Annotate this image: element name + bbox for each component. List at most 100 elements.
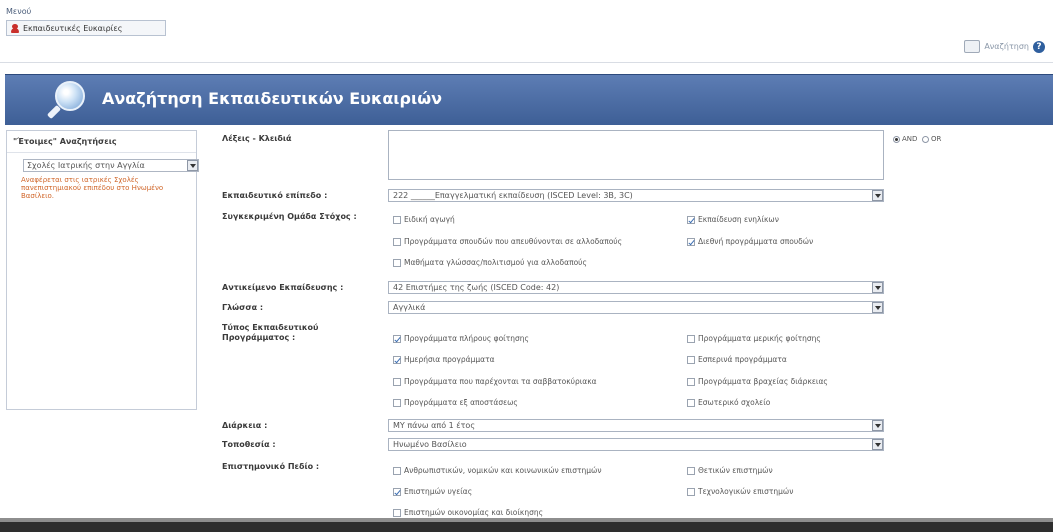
subject-label: Αντικείμενο Εκπαίδευσης : xyxy=(222,283,344,292)
menu-label: Μενού xyxy=(6,7,32,16)
subject-value: 42 Επιστήμες της ζωής (ISCED Code: 42) xyxy=(393,283,560,292)
duration-select[interactable]: ΜΥ πάνω από 1 έτος xyxy=(388,419,884,432)
keywords-label: Λέξεις - Κλειδιά xyxy=(222,134,292,143)
programme-option[interactable]: Προγράμματα εξ αποστάσεως xyxy=(393,398,518,407)
top-bar: Μενού Εκπαιδευτικές Ευκαιρίες Αναζήτηση … xyxy=(0,0,1053,63)
checkbox[interactable] xyxy=(687,215,695,224)
chevron-down-icon[interactable] xyxy=(872,302,883,313)
field-option-label: Τεχνολογικών επιστημών xyxy=(698,487,794,496)
language-label: Γλώσσα : xyxy=(222,303,264,312)
checkbox[interactable] xyxy=(687,466,695,475)
target-option-label: Εκπαίδευση ενηλίκων xyxy=(698,215,779,224)
location-select[interactable]: Ηνωμένο Βασίλειο xyxy=(388,438,884,451)
programme-option[interactable]: Προγράμματα που παρέχονται τα σαββατοκύρ… xyxy=(393,377,597,386)
programme-option[interactable]: Προγράμματα πλήρους φοίτησης xyxy=(393,334,529,343)
bottom-border xyxy=(0,522,1053,532)
target-option-label: Μαθήματα γλώσσας/πολιτισμού για αλλοδαπο… xyxy=(404,258,587,267)
duration-value: ΜΥ πάνω από 1 έτος xyxy=(393,421,476,430)
target-option[interactable]: Μαθήματα γλώσσας/πολιτισμού για αλλοδαπο… xyxy=(393,258,587,267)
search-icon xyxy=(964,40,981,53)
target-option[interactable]: Προγράμματα σπουδών που απευθύνονται σε … xyxy=(393,237,622,246)
programme-type-label: Τύπος Εκπαιδευτικού Προγράμματος : xyxy=(222,323,319,342)
checkbox[interactable] xyxy=(687,377,695,386)
checkbox[interactable] xyxy=(393,508,401,517)
chevron-down-icon[interactable] xyxy=(187,160,198,171)
checkbox[interactable] xyxy=(687,355,695,364)
subject-select[interactable]: 42 Επιστήμες της ζωής (ISCED Code: 42) xyxy=(388,281,884,294)
programme-option-label: Προγράμματα βραχείας διάρκειας xyxy=(698,377,828,386)
checkbox[interactable] xyxy=(393,377,401,386)
field-option-label: Θετικών επιστημών xyxy=(698,466,773,475)
checkbox[interactable] xyxy=(393,398,401,407)
help-icon[interactable]: ? xyxy=(1033,40,1045,53)
person-icon xyxy=(11,23,19,33)
checkbox[interactable] xyxy=(393,466,401,475)
programme-option-label: Προγράμματα που παρέχονται τα σαββατοκύρ… xyxy=(404,377,597,386)
or-option[interactable]: OR xyxy=(922,135,941,143)
and-option[interactable]: AND xyxy=(893,135,917,143)
page-title: Αναζήτηση Εκπαιδευτικών Ευκαιριών xyxy=(102,89,443,108)
field-option-label: Ανθρωπιστικών, νομικών και κοινωνικών επ… xyxy=(404,466,602,475)
checkbox[interactable] xyxy=(687,487,695,496)
field-option[interactable]: Ανθρωπιστικών, νομικών και κοινωνικών επ… xyxy=(393,466,602,475)
checkbox[interactable] xyxy=(687,398,695,407)
tab-label: Εκπαιδευτικές Ευκαιρίες xyxy=(23,23,123,33)
saved-search-select[interactable]: Σχολές Ιατρικής στην Αγγλία xyxy=(23,159,199,172)
scientific-field-label: Επιστημονικό Πεδίο : xyxy=(222,462,320,471)
chevron-down-icon[interactable] xyxy=(872,420,883,431)
target-option-label: Ειδική αγωγή xyxy=(404,215,455,224)
search-tool-label: Αναζήτηση xyxy=(984,42,1029,51)
target-option[interactable]: Εκπαίδευση ενηλίκων xyxy=(687,215,779,224)
field-option[interactable]: Επιστημών οικονομίας και διοίκησης xyxy=(393,508,543,517)
language-select[interactable]: Αγγλικά xyxy=(388,301,884,314)
target-option-label: Προγράμματα σπουδών που απευθύνονται σε … xyxy=(404,237,623,246)
or-radio[interactable] xyxy=(922,135,929,143)
checkbox[interactable] xyxy=(393,355,401,364)
programme-option[interactable]: Προγράμματα βραχείας διάρκειας xyxy=(687,377,828,386)
programme-option-label: Ημερήσια προγράμματα xyxy=(404,355,495,364)
level-select[interactable]: 222 ______Επαγγελματική εκπαίδευση (ISCE… xyxy=(388,189,884,202)
page-banner: Αναζήτηση Εκπαιδευτικών Ευκαιριών xyxy=(5,74,1053,125)
field-option-label: Επιστημών οικονομίας και διοίκησης xyxy=(404,508,544,517)
programme-option-label: Προγράμματα εξ αποστάσεως xyxy=(404,398,518,407)
target-option[interactable]: Διεθνή προγράμματα σπουδών xyxy=(687,237,813,246)
saved-search-value: Σχολές Ιατρικής στην Αγγλία xyxy=(27,161,145,170)
programme-option-label: Εσπερινά προγράμματα xyxy=(698,355,787,364)
saved-search-note: Αναφέρεται στις ιατρικές Σχολές πανεπιστ… xyxy=(21,176,164,200)
programme-option-label: Προγράμματα μερικής φοίτησης xyxy=(698,334,821,343)
checkbox[interactable] xyxy=(393,487,401,496)
saved-searches-panel: "Έτοιμες" Αναζητήσεις Σχολές Ιατρικής στ… xyxy=(6,130,199,410)
field-option[interactable]: Τεχνολογικών επιστημών xyxy=(687,487,793,496)
checkbox[interactable] xyxy=(393,215,401,224)
programme-option[interactable]: Ημερήσια προγράμματα xyxy=(393,355,495,364)
chevron-down-icon[interactable] xyxy=(872,439,883,450)
chevron-down-icon[interactable] xyxy=(872,282,883,293)
programme-option-label: Προγράμματα πλήρους φοίτησης xyxy=(404,334,529,343)
level-label: Εκπαιδευτικό επίπεδο : xyxy=(222,191,328,200)
programme-option[interactable]: Προγράμματα μερικής φοίτησης xyxy=(687,334,821,343)
field-option[interactable]: Επιστημών υγείας xyxy=(393,487,472,496)
checkbox[interactable] xyxy=(687,334,695,343)
target-option[interactable]: Ειδική αγωγή xyxy=(393,215,455,224)
search-tool[interactable]: Αναζήτηση ? xyxy=(964,40,1045,53)
keywords-input[interactable] xyxy=(388,130,884,180)
duration-label: Διάρκεια : xyxy=(222,421,268,430)
checkbox[interactable] xyxy=(393,237,401,246)
location-label: Τοποθεσία : xyxy=(222,440,276,449)
checkbox[interactable] xyxy=(393,334,401,343)
programme-option[interactable]: Εσωτερικό σχολείο xyxy=(687,398,770,407)
level-value: 222 ______Επαγγελματική εκπαίδευση (ISCE… xyxy=(393,191,633,200)
chevron-down-icon[interactable] xyxy=(872,190,883,201)
tab-educational-opportunities[interactable]: Εκπαιδευτικές Ευκαιρίες xyxy=(6,20,166,36)
programme-option-label: Εσωτερικό σχολείο xyxy=(698,398,771,407)
and-radio[interactable] xyxy=(893,135,900,143)
checkbox[interactable] xyxy=(687,237,695,246)
location-value: Ηνωμένο Βασίλειο xyxy=(393,440,467,449)
language-value: Αγγλικά xyxy=(393,303,426,312)
and-label: AND xyxy=(902,135,918,143)
target-option-label: Διεθνή προγράμματα σπουδών xyxy=(698,237,814,246)
checkbox[interactable] xyxy=(393,258,401,267)
programme-option[interactable]: Εσπερινά προγράμματα xyxy=(687,355,787,364)
magnifier-icon xyxy=(55,81,85,111)
field-option[interactable]: Θετικών επιστημών xyxy=(687,466,773,475)
